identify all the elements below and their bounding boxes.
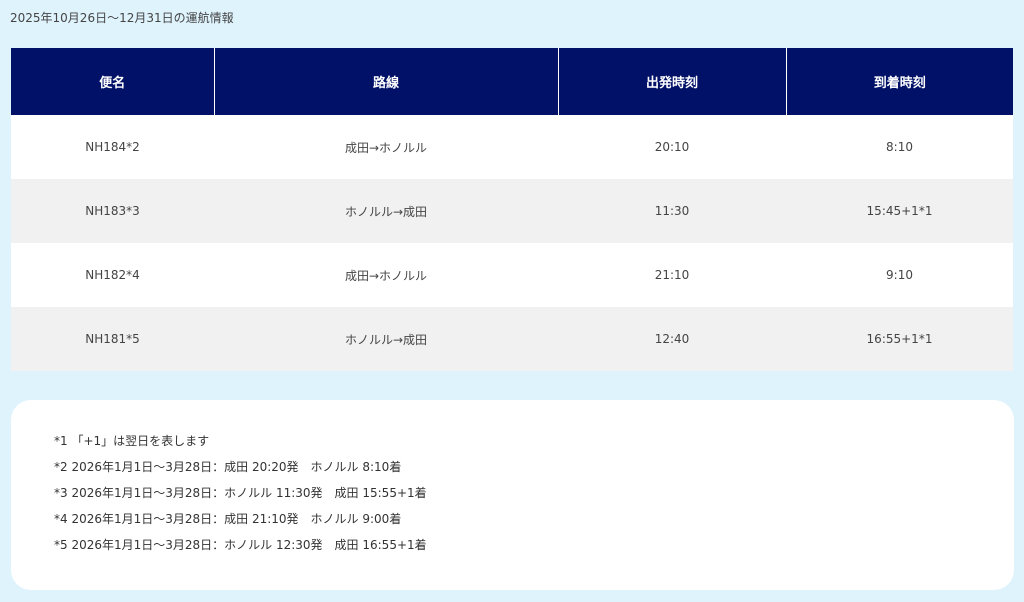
column-header-arrival: 到着時刻 [785,48,1013,115]
footnote: *5 2026年1月1日〜3月28日：ホノルル 12:30発 成田 16:55+… [54,538,427,552]
arrival-time-cell: 9:10 [786,243,1013,307]
arrival-time-cell: 15:45+1*1 [786,179,1013,243]
route-cell: 成田→ホノルル [214,243,558,307]
route-cell: ホノルル→成田 [214,179,558,243]
table-row: NH183*3 ホノルル→成田 11:30 15:45+1*1 [11,179,1013,243]
arrival-time-cell: 8:10 [786,115,1013,179]
table-row: NH182*4 成田→ホノルル 21:10 9:10 [11,243,1013,307]
flight-number-cell: NH182*4 [11,243,214,307]
schedule-period-label: 2025年10月26日〜12月31日の運航情報 [10,11,234,25]
table-row: NH181*5 ホノルル→成田 12:40 16:55+1*1 [11,307,1013,371]
footnotes-panel: *1 「+1」は翌日を表します *2 2026年1月1日〜3月28日：成田 20… [11,400,1014,590]
route-cell: ホノルル→成田 [214,307,558,371]
footnote: *2 2026年1月1日〜3月28日：成田 20:20発 ホノルル 8:10着 [54,460,402,474]
column-header-departure: 出発時刻 [557,48,786,115]
footnote: *3 2026年1月1日〜3月28日：ホノルル 11:30発 成田 15:55+… [54,486,427,500]
table-row: NH184*2 成田→ホノルル 20:10 8:10 [11,115,1013,179]
table-header-row: 便名 路線 出発時刻 到着時刻 [11,48,1013,115]
footnote: *1 「+1」は翌日を表します [54,434,210,448]
flight-number-cell: NH183*3 [11,179,214,243]
column-header-route: 路線 [213,48,558,115]
flight-number-cell: NH181*5 [11,307,214,371]
flight-schedule-table: 便名 路線 出発時刻 到着時刻 NH184*2 成田→ホノルル 20:10 8:… [11,48,1013,371]
arrival-time-cell: 16:55+1*1 [786,307,1013,371]
departure-time-cell: 20:10 [558,115,786,179]
departure-time-cell: 21:10 [558,243,786,307]
footnote: *4 2026年1月1日〜3月28日：成田 21:10発 ホノルル 9:00着 [54,512,402,526]
column-header-flight: 便名 [11,48,214,115]
flight-number-cell: NH184*2 [11,115,214,179]
departure-time-cell: 11:30 [558,179,786,243]
route-cell: 成田→ホノルル [214,115,558,179]
departure-time-cell: 12:40 [558,307,786,371]
